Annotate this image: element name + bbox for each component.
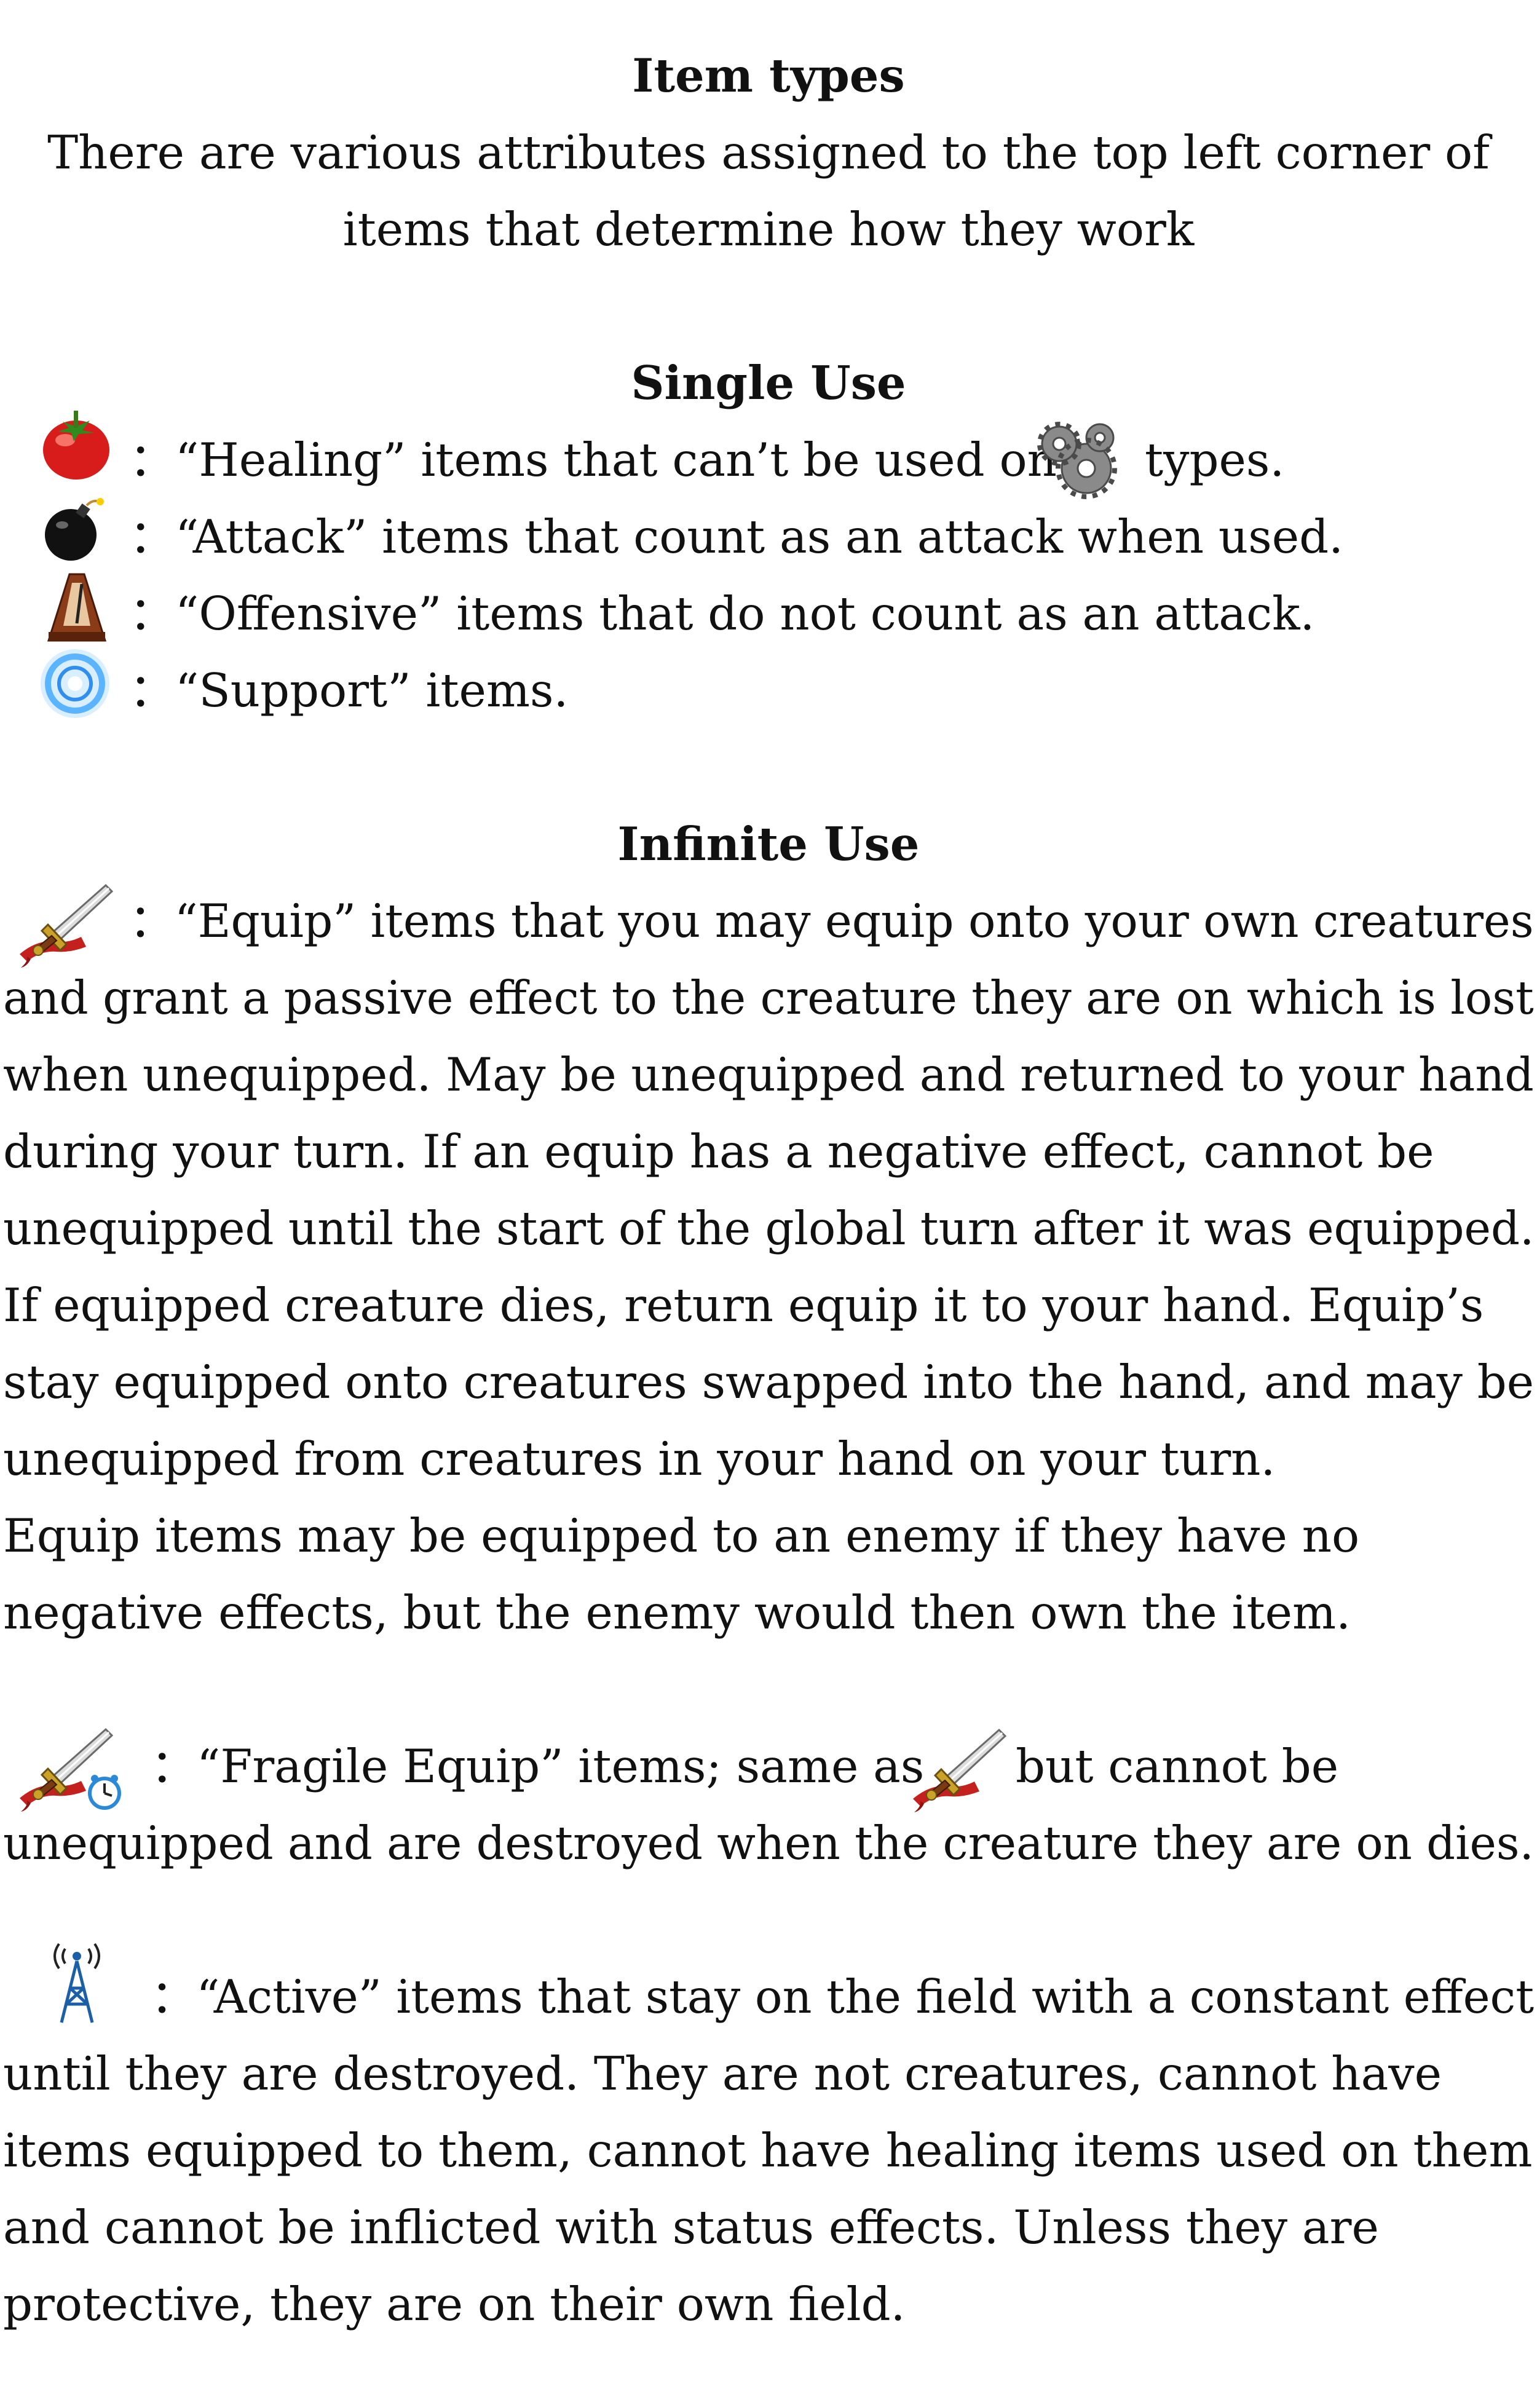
sword-clock-icon	[14, 1724, 130, 1817]
equip-line-10: negative effects, but the enemy would th…	[3, 1585, 1351, 1640]
bomb-icon	[40, 497, 108, 564]
tomato-icon	[38, 406, 115, 483]
fragile-text-tail: but cannot be	[1016, 1739, 1339, 1793]
single-use-heading: Single Use	[631, 356, 906, 410]
support-text: ：“Support” items.	[129, 663, 569, 717]
equip-line-6: If equipped creature dies, return equip …	[3, 1278, 1484, 1332]
equip-line-1: ：“Equip” items that you may equip onto y…	[129, 894, 1534, 948]
active-line-2: until they are destroyed. They are not c…	[3, 2047, 1442, 2101]
intro-line-1: There are various attributes assigned to…	[47, 125, 1490, 180]
attack-text: ：“Attack” items that count as an attack …	[129, 510, 1343, 564]
equip-line-8: unequipped from creatures in your hand o…	[3, 1432, 1276, 1486]
equip-line-3: when unequipped. May be unequipped and r…	[3, 1048, 1534, 1102]
intro-line-2: items that determine how they work	[342, 202, 1195, 256]
active-line-3: items equipped to them, cannot have heal…	[3, 2123, 1533, 2177]
equip-line-5: unequipped until the start of the global…	[3, 1201, 1535, 1255]
equip-line-9: Equip items may be equipped to an enemy …	[3, 1509, 1360, 1563]
equip-line-2: and grant a passive effect to the creatu…	[3, 971, 1534, 1025]
healing-text-tail: types.	[1145, 433, 1285, 487]
fragile-line-2: unequipped and are destroyed when the cr…	[3, 1816, 1534, 1870]
healing-text: ：“Healing” items that can’t be used on	[129, 433, 1057, 487]
page: Item types There are various attributes …	[0, 0, 1537, 2408]
offensive-text: ：“Offensive” items that do not count as …	[129, 586, 1315, 641]
gears-icon	[1036, 417, 1122, 503]
active-line-5: protective, they are on their own field.	[3, 2277, 906, 2331]
antenna-icon	[43, 1936, 111, 2026]
sword-icon	[14, 880, 121, 973]
blue-orb-icon	[37, 645, 114, 722]
page-title: Item types	[632, 49, 905, 103]
equip-line-7: stay equipped onto creatures swapped int…	[3, 1355, 1535, 1409]
active-line-1: ：“Active” items that stay on the field w…	[151, 1970, 1535, 2024]
metronome-icon	[46, 570, 108, 644]
equip-line-4: during your turn. If an equip has a nega…	[3, 1124, 1434, 1178]
active-line-4: and cannot be inflicted with status effe…	[3, 2200, 1379, 2254]
infinite-use-heading: Infinite Use	[617, 817, 920, 871]
fragile-text: ：“Fragile Equip” items; same as	[151, 1739, 925, 1793]
sword-inline-icon	[907, 1725, 1014, 1817]
